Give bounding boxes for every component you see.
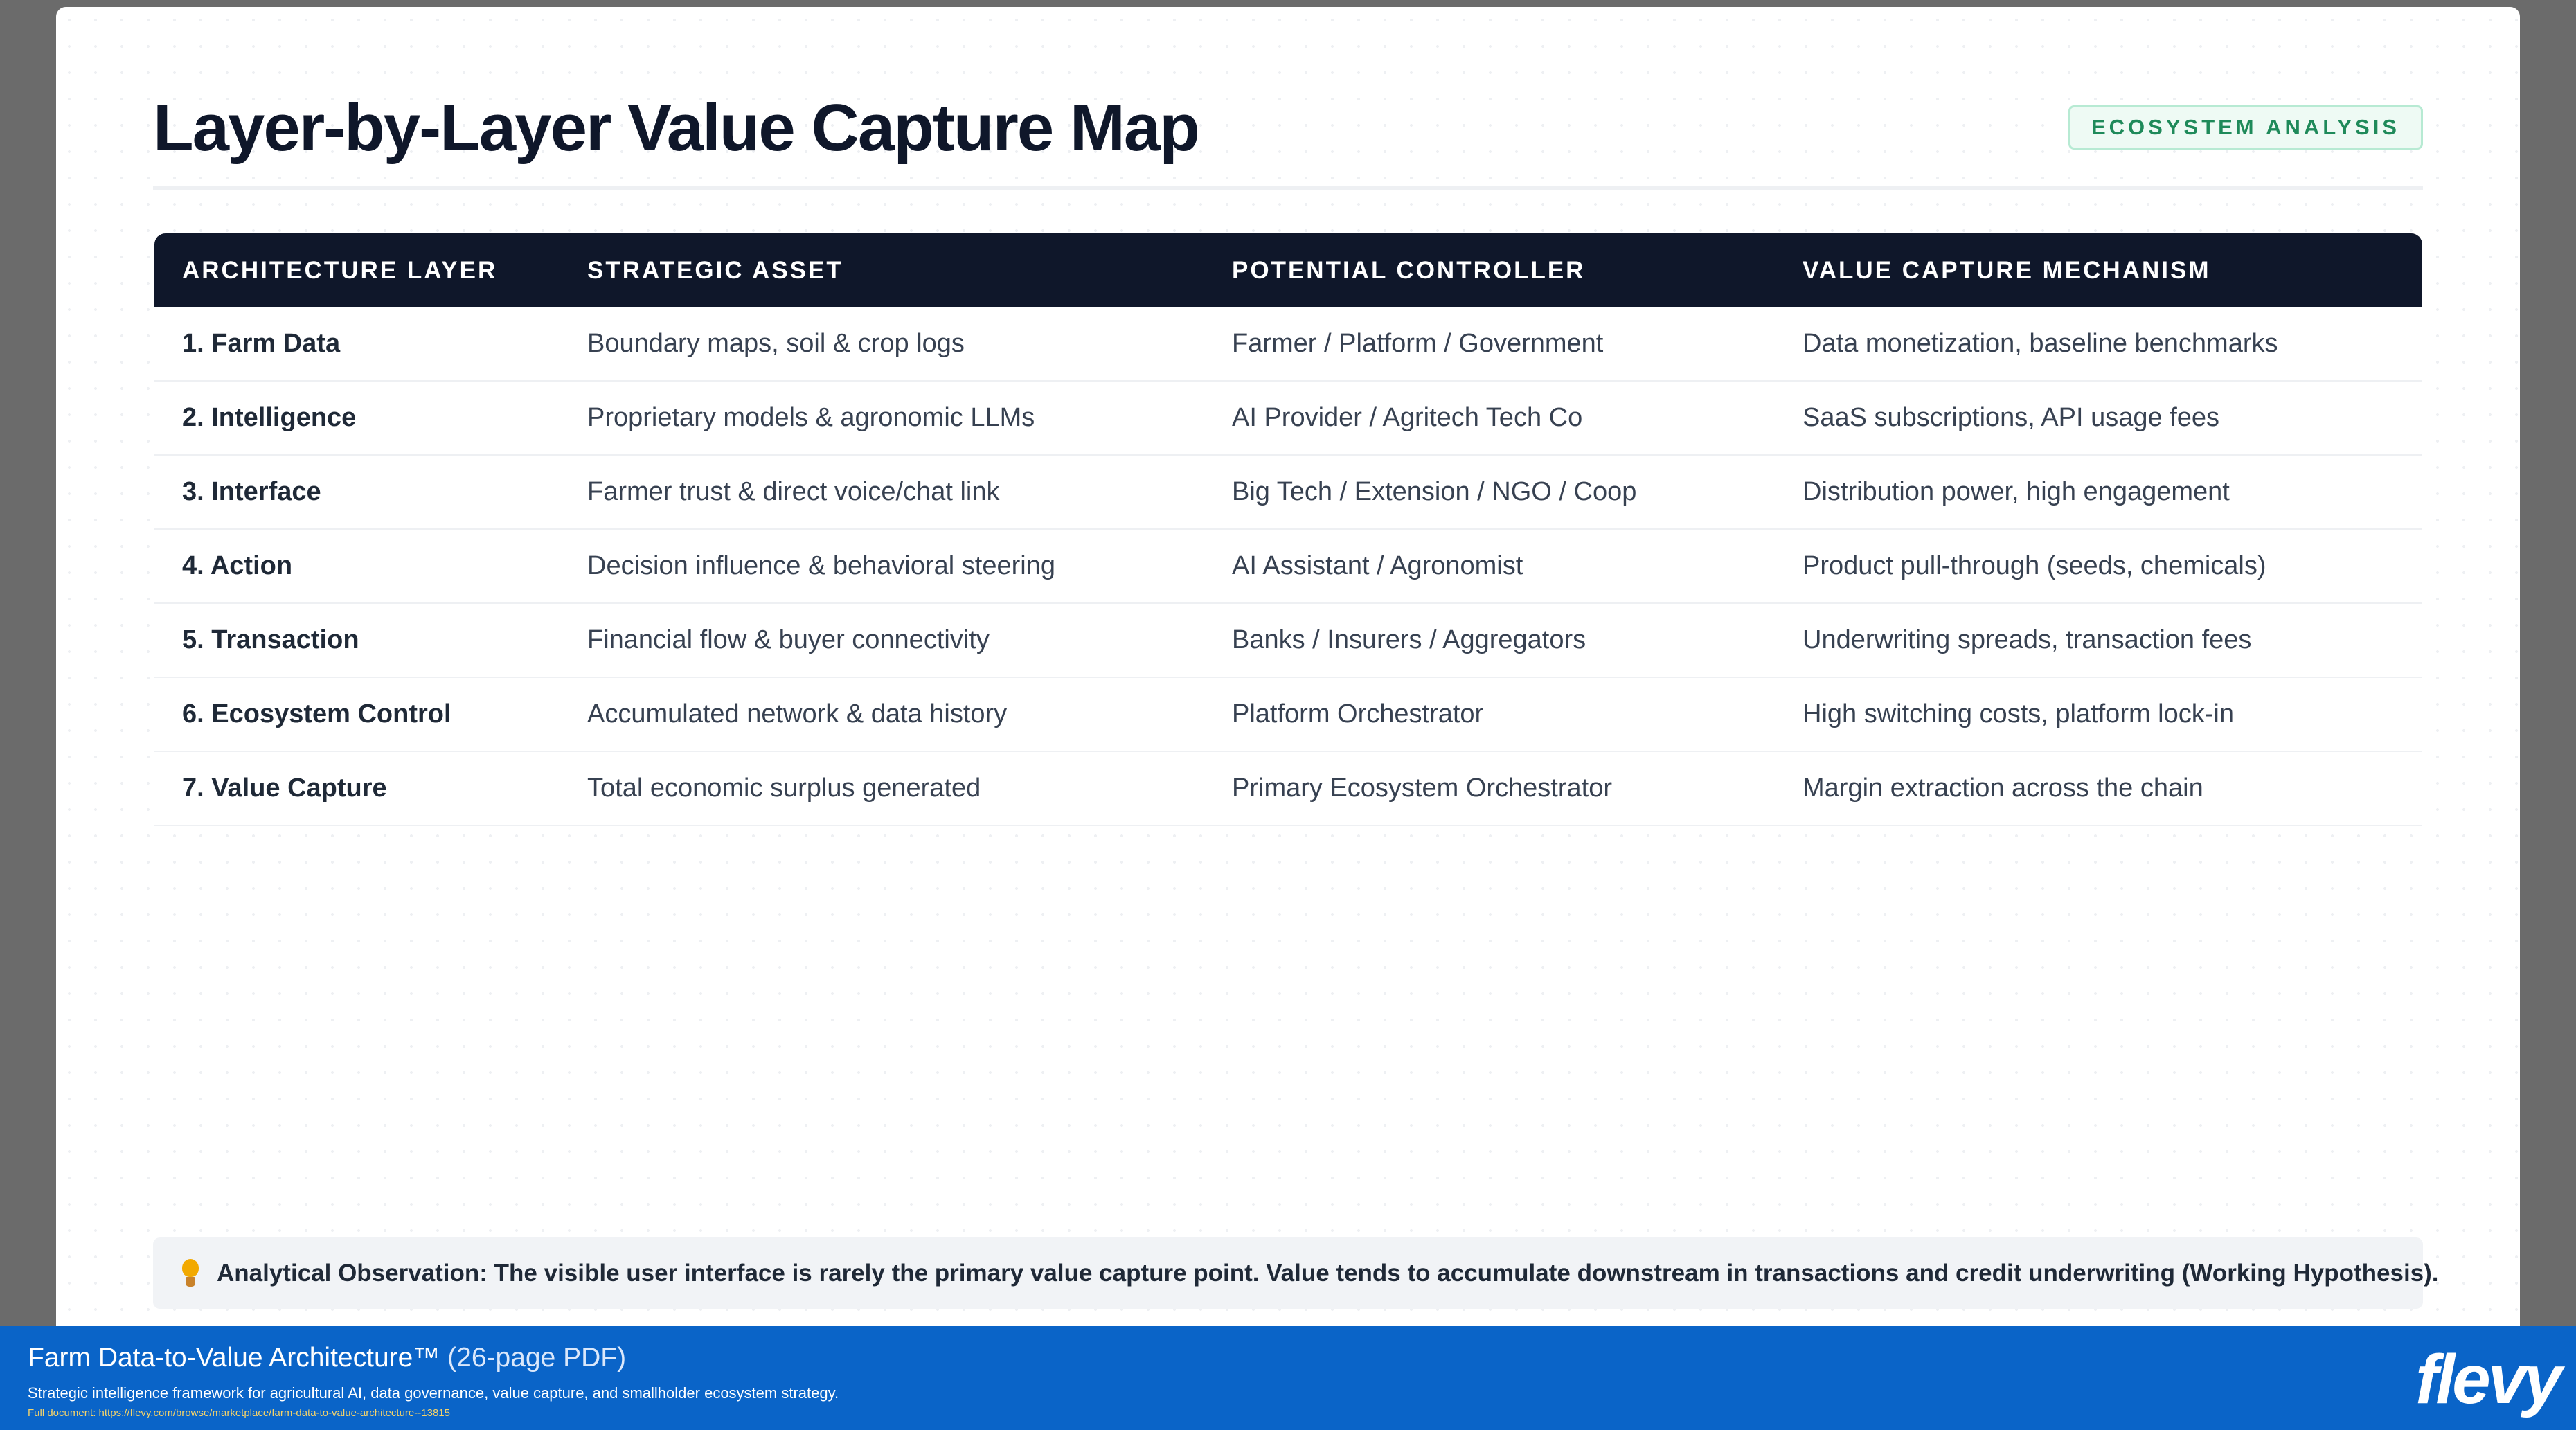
- table-row: 4. Action Decision influence & behaviora…: [154, 530, 2422, 604]
- column-header-layer: ARCHITECTURE LAYER: [182, 256, 498, 284]
- cell-mechanism: Data monetization, baseline benchmarks: [1803, 329, 2278, 358]
- cell-controller: Platform Orchestrator: [1232, 699, 1484, 729]
- document-name: Farm Data-to-Value Architecture™: [28, 1343, 440, 1373]
- lightbulb-icon: [177, 1258, 204, 1289]
- cell-mechanism: Distribution power, high engagement: [1803, 477, 2230, 506]
- cell-asset: Boundary maps, soil & crop logs: [587, 329, 965, 358]
- cell-asset: Proprietary models & agronomic LLMs: [587, 403, 1035, 432]
- title-divider: [153, 186, 2423, 190]
- cell-controller: Banks / Insurers / Aggregators: [1232, 625, 1586, 654]
- cell-layer: 7. Value Capture: [182, 774, 387, 803]
- column-header-controller: POTENTIAL CONTROLLER: [1232, 256, 1586, 284]
- table-header: ARCHITECTURE LAYER STRATEGIC ASSET POTEN…: [154, 233, 2422, 307]
- cell-layer: 5. Transaction: [182, 625, 359, 654]
- observation-text: Analytical Observation: The visible user…: [217, 1259, 2439, 1287]
- cell-asset: Accumulated network & data history: [587, 699, 1008, 729]
- page-count: (26-page PDF): [447, 1343, 627, 1373]
- cell-asset: Financial flow & buyer connectivity: [587, 625, 990, 654]
- table-row: 2. Intelligence Proprietary models & agr…: [154, 382, 2422, 456]
- cell-controller: AI Provider / Agritech Tech Co: [1232, 403, 1583, 432]
- cell-asset: Farmer trust & direct voice/chat link: [587, 477, 1000, 506]
- flevy-logo[interactable]: flevy: [2415, 1340, 2562, 1420]
- cell-controller: Primary Ecosystem Orchestrator: [1232, 774, 1612, 803]
- table-row: 5. Transaction Financial flow & buyer co…: [154, 604, 2422, 678]
- slide: Layer-by-Layer Value Capture Map ECOSYST…: [56, 7, 2520, 1326]
- table-row: 1. Farm Data Boundary maps, soil & crop …: [154, 307, 2422, 382]
- cell-layer: 3. Interface: [182, 477, 321, 506]
- table-row: 6. Ecosystem Control Accumulated network…: [154, 678, 2422, 752]
- footer-banner: Farm Data-to-Value Architecture™ (26-pag…: [0, 1326, 2576, 1430]
- cell-layer: 6. Ecosystem Control: [182, 699, 451, 729]
- table-row: 7. Value Capture Total economic surplus …: [154, 752, 2422, 826]
- cell-mechanism: SaaS subscriptions, API usage fees: [1803, 403, 2220, 432]
- value-capture-table: ARCHITECTURE LAYER STRATEGIC ASSET POTEN…: [154, 233, 2422, 826]
- cell-mechanism: Underwriting spreads, transaction fees: [1803, 625, 2252, 654]
- cell-asset: Total economic surplus generated: [587, 774, 981, 803]
- cell-controller: Farmer / Platform / Government: [1232, 329, 1604, 358]
- page-title: Layer-by-Layer Value Capture Map: [153, 91, 1200, 165]
- category-badge: ECOSYSTEM ANALYSIS: [2068, 105, 2423, 150]
- cell-controller: AI Assistant / Agronomist: [1232, 551, 1523, 580]
- column-header-asset: STRATEGIC ASSET: [587, 256, 843, 284]
- column-header-mechanism: VALUE CAPTURE MECHANISM: [1803, 256, 2211, 284]
- document-link[interactable]: Full document: https://flevy.com/browse/…: [28, 1407, 450, 1419]
- document-description: Strategic intelligence framework for agr…: [28, 1384, 839, 1402]
- document-title[interactable]: Farm Data-to-Value Architecture™ (26-pag…: [28, 1343, 626, 1373]
- cell-layer: 2. Intelligence: [182, 403, 357, 432]
- cell-mechanism: Product pull-through (seeds, chemicals): [1803, 551, 2266, 580]
- cell-asset: Decision influence & behavioral steering: [587, 551, 1055, 580]
- cell-layer: 1. Farm Data: [182, 329, 341, 358]
- table-row: 3. Interface Farmer trust & direct voice…: [154, 456, 2422, 530]
- cell-mechanism: High switching costs, platform lock-in: [1803, 699, 2234, 729]
- cell-mechanism: Margin extraction across the chain: [1803, 774, 2203, 803]
- cell-layer: 4. Action: [182, 551, 293, 580]
- analytical-observation: Analytical Observation: The visible user…: [153, 1237, 2439, 1309]
- cell-controller: Big Tech / Extension / NGO / Coop: [1232, 477, 1637, 506]
